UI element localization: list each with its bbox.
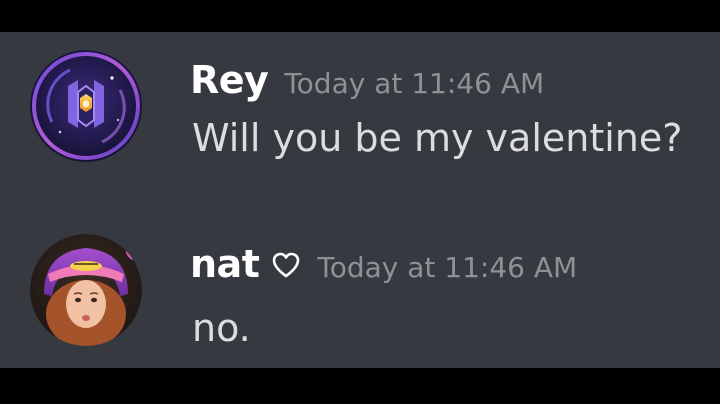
nat-photo-avatar-icon (30, 234, 142, 346)
heart-outline-icon (273, 252, 300, 278)
chat-message: nat Today at 11:46 AM no. (0, 234, 720, 364)
username[interactable]: Rey (190, 58, 269, 102)
username[interactable]: nat (190, 242, 260, 286)
timestamp[interactable]: Today at 11:46 AM (317, 251, 577, 284)
message-content: no. (192, 306, 251, 350)
user-avatar-nat[interactable] (30, 234, 142, 346)
letterbox-top (0, 0, 720, 32)
timestamp[interactable]: Today at 11:46 AM (284, 67, 544, 100)
rey-logo-avatar-icon (30, 50, 142, 162)
letterbox-bottom (0, 368, 720, 404)
chat-message: Rey Today at 11:46 AM Will you be my vale… (0, 50, 720, 190)
chat-message-list: Rey Today at 11:46 AM Will you be my vale… (0, 32, 720, 368)
message-content: Will you be my valentine? (192, 116, 683, 160)
message-header: nat Today at 11:46 AM (190, 242, 577, 286)
message-header: Rey Today at 11:46 AM (190, 58, 544, 102)
user-avatar-rey[interactable] (30, 50, 142, 162)
